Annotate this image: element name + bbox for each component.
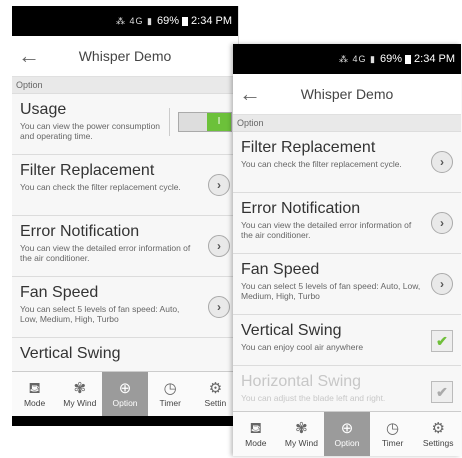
phone-screen-1: ⁂ 4G ▮ 69% 2:34 PM ← Whisper Demo Option… (12, 6, 239, 426)
tab-settings[interactable]: ⚙ Settings (415, 412, 461, 456)
plus-circle-icon: ⊕ (118, 380, 132, 397)
wind-icon: ✾ (295, 420, 308, 437)
error-notification-row[interactable]: Error Notification You can view the deta… (233, 193, 461, 254)
item-description: You can check the filter replacement cyc… (20, 182, 181, 192)
tab-label: Timer (381, 438, 404, 448)
usage-title: Usage (20, 101, 67, 118)
wind-icon: ✾ (73, 380, 87, 397)
bottom-tab-bar: ⛾ Mode ✾ My Wind ⊕ Option ◷ Timer ⚙ Settin (12, 371, 238, 416)
tab-label: Timer (159, 398, 181, 408)
app-header: ← Whisper Demo (233, 74, 461, 115)
fan-speed-row[interactable]: Fan Speed You can select 5 levels of fan… (233, 254, 461, 315)
app-header: ← Whisper Demo (12, 36, 238, 77)
chevron-right-icon[interactable]: › (431, 273, 453, 295)
chevron-right-icon[interactable]: › (208, 296, 230, 318)
divider (169, 108, 170, 136)
item-title: Fan Speed (20, 284, 99, 301)
horizontal-swing-row[interactable]: Horizontal Swing You can adjust the blad… (233, 366, 461, 417)
item-description: You can select 5 levels of fan speed: Au… (241, 281, 421, 301)
item-title: Horizontal Swing (241, 373, 362, 390)
battery-icon (182, 16, 189, 26)
filter-replacement-row[interactable]: Filter Replacement You can check the fil… (12, 155, 238, 216)
mode-icon: ⛾ (28, 380, 41, 397)
vertical-swing-row[interactable]: Vertical Swing You can enjoy cool air an… (233, 315, 461, 366)
item-title: Filter Replacement (20, 162, 155, 179)
error-notification-row[interactable]: Error Notification You can view the deta… (12, 216, 238, 277)
chevron-right-icon[interactable]: › (431, 212, 453, 234)
item-description: You can view the detailed error informat… (241, 220, 412, 240)
tab-option[interactable]: ⊕ Option (102, 372, 148, 416)
item-title: Fan Speed (241, 261, 320, 278)
clock-icon: ◷ (163, 380, 177, 397)
mode-icon: ⛾ (249, 420, 262, 437)
section-label: Option (233, 115, 461, 132)
page-title: Whisper Demo (300, 86, 394, 102)
section-label: Option (12, 77, 238, 94)
tab-timer[interactable]: ◷ Timer (148, 372, 193, 416)
chevron-right-icon[interactable]: › (208, 174, 230, 196)
fan-speed-row[interactable]: Fan Speed You can select 5 levels of fan… (12, 277, 238, 338)
bottom-tab-bar: ⛾ Mode ✾ My Wind ⊕ Option ◷ Timer ⚙ Settings (233, 411, 461, 456)
clock: 2:34 PM (191, 15, 232, 27)
tab-mode[interactable]: ⛾ Mode (12, 372, 57, 416)
battery-icon (405, 54, 412, 64)
item-title: Filter Replacement (241, 139, 376, 156)
toggle-knob: I (207, 113, 231, 131)
horizontal-swing-checkbox[interactable]: ✔ (431, 381, 453, 403)
nav-strip (12, 416, 238, 426)
tab-my-wind[interactable]: ✾ My Wind (57, 372, 102, 416)
gear-icon: ⚙ (208, 380, 223, 397)
phone-screen-2: ⁂ 4G ▮ 69% 2:34 PM ← Whisper Demo Option… (233, 44, 461, 456)
tab-timer[interactable]: ◷ Timer (370, 412, 416, 456)
gear-icon: ⚙ (431, 420, 445, 437)
clock-icon: ◷ (386, 420, 400, 437)
tab-label: Option (334, 438, 360, 448)
tab-label: My Wind (63, 398, 97, 408)
battery-level: 69% (380, 53, 403, 65)
signal-icon: ⁂ 4G ▮ (116, 15, 153, 26)
tab-option[interactable]: ⊕ Option (324, 412, 370, 456)
vertical-swing-checkbox[interactable]: ✔ (431, 330, 453, 352)
signal-icon: ⁂ 4G ▮ (339, 53, 376, 64)
tab-label: Settin (204, 398, 227, 408)
tab-label: Settings (422, 438, 454, 448)
item-description: You can adjust the blade left and right. (241, 393, 386, 403)
item-description: You can select 5 levels of fan speed: Au… (20, 304, 180, 324)
tab-settings[interactable]: ⚙ Settin (193, 372, 238, 416)
back-arrow-icon[interactable]: ← (233, 81, 267, 107)
item-title: Error Notification (20, 223, 140, 240)
item-title: Error Notification (241, 200, 361, 217)
plus-circle-icon: ⊕ (340, 420, 354, 437)
tab-mode[interactable]: ⛾ Mode (233, 412, 279, 456)
tab-label: Option (112, 398, 138, 408)
usage-toggle[interactable]: I (178, 112, 232, 132)
battery-level: 69% (157, 15, 180, 27)
item-description: You can enjoy cool air anywhere (241, 342, 364, 352)
status-bar: ⁂ 4G ▮ 69% 2:34 PM (12, 6, 238, 36)
clock: 2:34 PM (414, 53, 455, 65)
usage-description: You can view the power consumption and o… (20, 121, 161, 141)
tab-label: Mode (23, 398, 46, 408)
chevron-right-icon[interactable]: › (208, 235, 230, 257)
usage-row[interactable]: Usage You can view the power consumption… (12, 94, 238, 155)
item-description: You can check the filter replacement cyc… (241, 159, 402, 169)
status-bar: ⁂ 4G ▮ 69% 2:34 PM (233, 44, 461, 74)
item-title: Vertical Swing (20, 345, 121, 362)
chevron-right-icon[interactable]: › (431, 151, 453, 173)
item-title: Vertical Swing (241, 322, 342, 339)
item-description: You can view the detailed error informat… (20, 243, 191, 263)
back-arrow-icon[interactable]: ← (12, 43, 46, 69)
tab-label: My Wind (284, 438, 318, 448)
tab-my-wind[interactable]: ✾ My Wind (279, 412, 325, 456)
filter-replacement-row[interactable]: Filter Replacement You can check the fil… (233, 132, 461, 193)
tab-label: Mode (245, 438, 267, 448)
